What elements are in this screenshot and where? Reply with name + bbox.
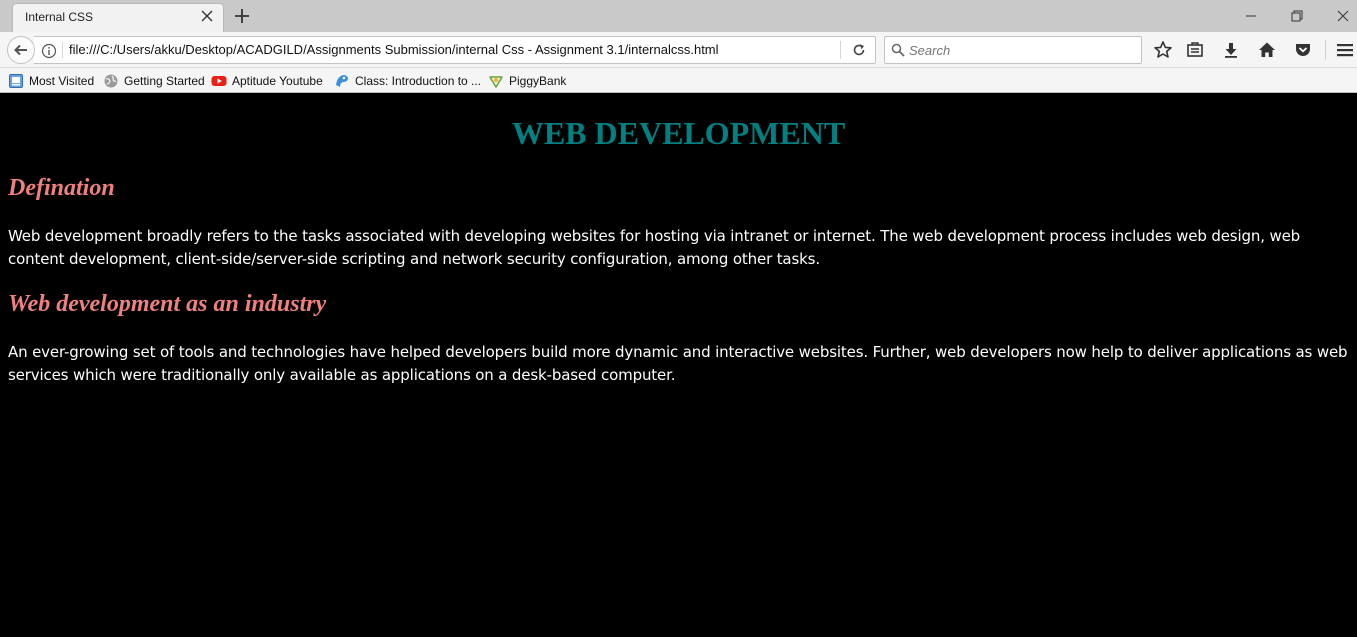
bookmark-label: Getting Started (124, 74, 205, 88)
navigation-bar: file:///C:/Users/akku/Desktop/ACADGILD/A… (0, 32, 1357, 68)
globe-icon (104, 74, 118, 88)
reload-separator (840, 41, 841, 59)
bookmark-label: Aptitude Youtube (232, 74, 323, 88)
search-input[interactable] (909, 39, 1134, 61)
close-tab-icon[interactable] (199, 8, 215, 24)
section-heading-industry: Web development as an industry (8, 291, 327, 317)
bookmark-aptitude-youtube[interactable]: Aptitude Youtube (211, 72, 323, 90)
bookmark-piggybank[interactable]: PiggyBank (488, 72, 566, 90)
section-heading-definition: Defination (8, 175, 115, 201)
new-tab-icon[interactable] (232, 6, 252, 26)
youtube-icon (211, 76, 227, 86)
section-paragraph-definition: Web development broadly refers to the ta… (8, 227, 1301, 268)
pocket-icon[interactable] (1293, 40, 1313, 60)
tab-strip: Internal CSS (0, 0, 1357, 32)
url-separator (62, 42, 63, 58)
search-icon (891, 43, 905, 57)
reading-list-icon[interactable] (1185, 40, 1205, 60)
bookmark-label: Most Visited (29, 74, 95, 88)
bookmark-class-introduction[interactable]: Class: Introduction to ... (334, 72, 481, 90)
restore-icon[interactable] (1287, 6, 1307, 26)
page-content: WEB DEVELOPMENT Defination Web developme… (0, 93, 1357, 637)
bookmark-getting-started[interactable]: Getting Started (103, 72, 205, 90)
url-text[interactable]: file:///C:/Users/akku/Desktop/ACADGILD/A… (69, 42, 719, 57)
menu-icon[interactable] (1335, 40, 1355, 60)
download-icon[interactable] (1221, 40, 1241, 60)
back-button[interactable] (7, 36, 35, 64)
bookmark-most-visited[interactable]: Most Visited (8, 72, 94, 90)
toolbar-separator (1325, 40, 1326, 60)
back-arrow-icon (14, 44, 27, 56)
page-title: WEB DEVELOPMENT (511, 115, 846, 151)
minimize-icon[interactable] (1241, 6, 1261, 26)
address-bar[interactable]: file:///C:/Users/akku/Desktop/ACADGILD/A… (34, 36, 876, 64)
home-icon[interactable] (1257, 40, 1277, 60)
close-window-icon[interactable] (1333, 6, 1353, 26)
bookmarks-bar: Most Visited Getting Started Aptitude Yo… (0, 68, 1357, 93)
bookmark-label: Class: Introduction to ... (355, 74, 482, 88)
tab-title: Internal CSS (25, 10, 94, 24)
class-icon (336, 75, 348, 87)
piggybank-icon (489, 76, 503, 88)
section-paragraph-industry: An ever-growing set of tools and technol… (8, 343, 1348, 384)
reload-icon[interactable] (851, 42, 867, 58)
search-bar[interactable] (884, 36, 1142, 64)
bookmark-label: PiggyBank (509, 74, 567, 88)
star-icon[interactable] (1153, 40, 1173, 60)
info-icon[interactable] (41, 43, 57, 59)
tab-active[interactable]: Internal CSS (12, 3, 224, 32)
most-visited-icon (9, 74, 23, 88)
